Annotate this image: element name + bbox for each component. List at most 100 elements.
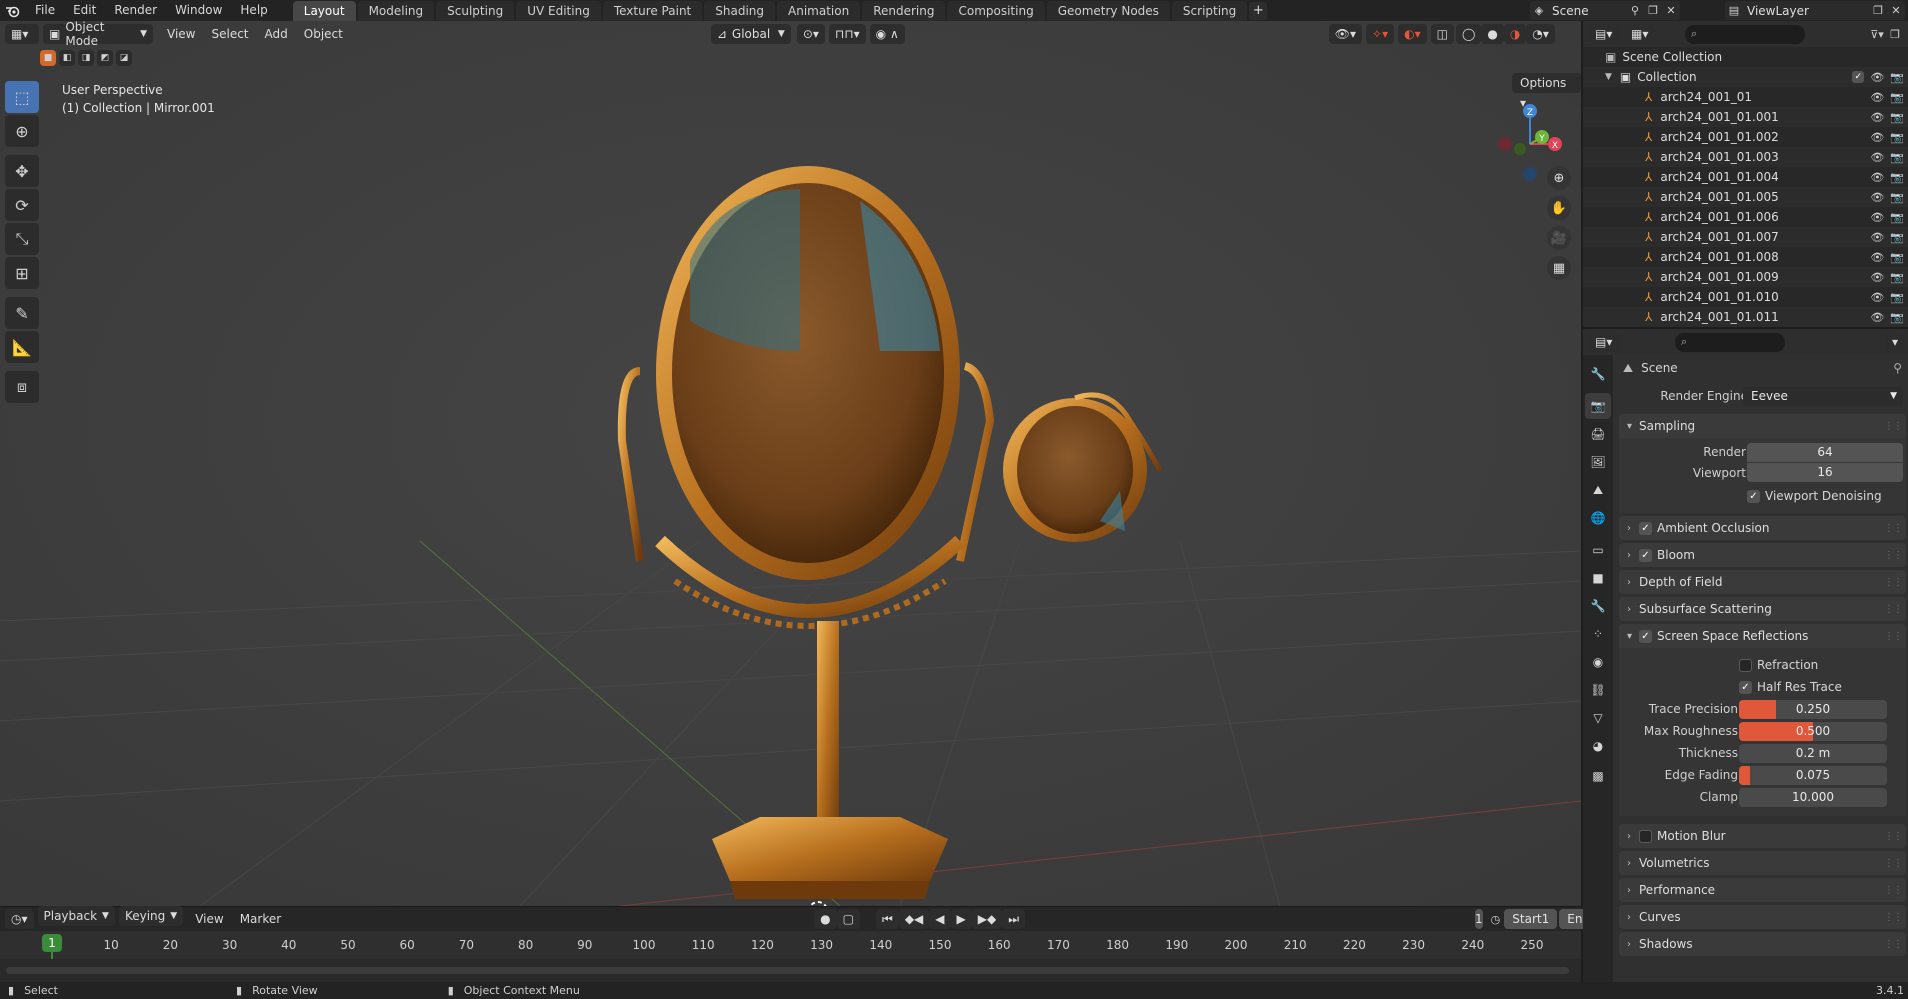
data-tab-icon[interactable]: ▽ xyxy=(1585,705,1611,731)
panel-ambient-occlusion[interactable]: › ✓ Ambient Occlusion ⋮⋮ xyxy=(1619,516,1906,540)
rotate-tool-icon[interactable]: ⟳ xyxy=(5,189,39,221)
sampling-panel-header[interactable]: ▾ Sampling ⋮⋮ xyxy=(1619,414,1906,438)
viewport-samples-field[interactable]: 16 xyxy=(1747,463,1903,482)
select-extend-icon[interactable]: ◧ xyxy=(59,50,75,66)
eye-icon[interactable]: 👁 xyxy=(1870,151,1884,164)
camera-icon[interactable]: 📷 xyxy=(1890,171,1904,184)
select-box-tool-icon[interactable]: ⬚ xyxy=(5,81,39,113)
object-tab-icon[interactable]: ■ xyxy=(1585,565,1611,591)
mode-selector[interactable]: ▣ Object Mode ▼ xyxy=(43,21,153,48)
eye-icon[interactable]: 👁 xyxy=(1870,211,1884,224)
eye-icon[interactable]: 👁 xyxy=(1870,171,1884,184)
timeline-menu-playback[interactable]: Playback ▼ xyxy=(37,906,115,926)
material-tab-icon[interactable]: ◕ xyxy=(1585,733,1611,759)
proportional-edit-button[interactable]: ◉ ∧ xyxy=(869,24,905,44)
ssr-slider[interactable]: 0.075 xyxy=(1739,765,1887,785)
delete-scene-icon[interactable]: ✕ xyxy=(1662,2,1680,20)
gizmo-toggle[interactable]: ✧▾ xyxy=(1366,24,1395,44)
panel-enable-checkbox[interactable]: ✓ xyxy=(1639,521,1652,535)
render-samples-field[interactable]: 64 xyxy=(1747,442,1903,462)
collection-tab-icon[interactable]: ▭ xyxy=(1585,537,1611,563)
ssr-panel-header[interactable]: ▾ ✓ Screen Space Reflections ⋮⋮ xyxy=(1619,624,1906,648)
auto-key-options-button[interactable]: ▢ xyxy=(836,909,860,929)
outliner-search-input[interactable]: ⌕ xyxy=(1685,24,1805,44)
panel-curves[interactable]: › Curves ⋮⋮ xyxy=(1619,905,1906,929)
menu-file[interactable]: File xyxy=(26,0,64,21)
panel-volumetrics[interactable]: › Volumetrics ⋮⋮ xyxy=(1619,851,1906,875)
tab-texture-paint[interactable]: Texture Paint xyxy=(602,0,703,21)
eye-icon[interactable]: 👁 xyxy=(1870,111,1884,124)
xray-toggle[interactable]: ◫ xyxy=(1430,24,1454,44)
move-tool-icon[interactable]: ✥ xyxy=(5,155,39,187)
outliner-editor-type-button[interactable]: ▤▾ xyxy=(1589,24,1621,44)
shading-material-button[interactable]: ◑ xyxy=(1503,24,1527,44)
drag-handle-icon[interactable]: ⋮⋮ xyxy=(1884,631,1903,642)
ssr-slider[interactable]: 0.500 xyxy=(1739,721,1887,741)
ssr-slider[interactable]: 10.000 xyxy=(1739,787,1887,807)
outliner-item[interactable]: ⅄ arch24_001_01.004 👁 📷 xyxy=(1583,167,1908,187)
tab-scripting[interactable]: Scripting xyxy=(1171,0,1248,21)
panel-motion-blur[interactable]: › Motion Blur ⋮⋮ xyxy=(1619,824,1906,848)
3d-viewport[interactable]: ▦▾ ▣ Object Mode ▼ View Select Add Object ⊿… xyxy=(0,21,1581,906)
camera-icon[interactable]: 📷 xyxy=(1890,231,1904,244)
scene-collection-row[interactable]: ▣ Scene Collection xyxy=(1583,47,1908,67)
ssr-slider[interactable]: 0.250 xyxy=(1739,699,1887,719)
shading-rendered-button[interactable]: ◔▾ xyxy=(1526,24,1555,44)
stopwatch-icon[interactable]: ◷ xyxy=(1491,910,1501,928)
pan-hand-icon[interactable]: ✋ xyxy=(1547,196,1571,220)
outliner-item[interactable]: ⅄ arch24_001_01.008 👁 📷 xyxy=(1583,247,1908,267)
perspective-toggle-icon[interactable]: ▦ xyxy=(1547,256,1571,280)
texture-tab-icon[interactable]: ▩ xyxy=(1585,763,1611,789)
annotate-tool-icon[interactable]: ✎ xyxy=(5,297,39,329)
eye-icon[interactable]: 👁 xyxy=(1870,91,1884,104)
collection-row[interactable]: ▼ ▣ Collection ✓ 👁 📷 xyxy=(1583,67,1908,87)
new-collection-icon[interactable]: ❐ xyxy=(1886,25,1904,43)
select-intersect-icon[interactable]: ◪ xyxy=(116,50,132,66)
drag-handle-icon[interactable]: ⋮⋮ xyxy=(1884,421,1903,432)
scene-selector[interactable]: ◈ Scene ⚲ ❐ ✕ xyxy=(1530,1,1680,20)
outliner-item[interactable]: ⅄ arch24_001_01.001 👁 📷 xyxy=(1583,107,1908,127)
drag-handle-icon[interactable]: ⋮⋮ xyxy=(1884,831,1903,842)
menu-window[interactable]: Window xyxy=(166,0,231,21)
outliner-item[interactable]: ⅄ arch24_001_01 👁 📷 xyxy=(1583,87,1908,107)
pin-icon[interactable]: ⚲ xyxy=(1626,2,1644,20)
eye-icon[interactable]: 👁 xyxy=(1870,131,1884,144)
outliner-item[interactable]: ⅄ arch24_001_01.007 👁 📷 xyxy=(1583,227,1908,247)
playhead[interactable]: 1 xyxy=(42,934,62,952)
outliner-item[interactable]: ⅄ arch24_001_01.009 👁 📷 xyxy=(1583,267,1908,287)
world-tab-icon[interactable]: 🌐 xyxy=(1585,505,1611,531)
tab-shading[interactable]: Shading xyxy=(704,0,775,21)
camera-icon[interactable]: 📷 xyxy=(1890,91,1904,104)
drag-handle-icon[interactable]: ⋮⋮ xyxy=(1884,912,1903,923)
zoom-icon[interactable]: ⊕ xyxy=(1547,166,1571,190)
tab-modeling[interactable]: Modeling xyxy=(357,0,435,21)
output-tab-icon[interactable]: 🖨 xyxy=(1585,421,1611,447)
collapse-chevron-icon[interactable]: ▼ xyxy=(1605,72,1612,82)
add-workspace-button[interactable]: + xyxy=(1249,1,1268,20)
timeline-menu-keying[interactable]: Keying ▼ xyxy=(118,906,184,926)
shading-wireframe-button[interactable]: ◯ xyxy=(1455,24,1482,44)
start-frame-field[interactable]: Start 1 xyxy=(1504,909,1558,929)
drag-handle-icon[interactable]: ⋮⋮ xyxy=(1884,939,1903,950)
cursor-tool-icon[interactable]: ⊕ xyxy=(5,115,39,147)
drag-handle-icon[interactable]: ⋮⋮ xyxy=(1884,858,1903,869)
drag-handle-icon[interactable]: ⋮⋮ xyxy=(1884,550,1903,561)
view-layer-tab-icon[interactable]: 🖼 xyxy=(1585,449,1611,475)
eye-icon[interactable]: 👁 xyxy=(1870,271,1884,284)
add-cube-tool-icon[interactable]: ⧈ xyxy=(5,371,39,403)
transform-tool-icon[interactable]: ⊞ xyxy=(5,257,39,289)
physics-tab-icon[interactable]: ◉ xyxy=(1585,649,1611,675)
panel-subsurface-scattering[interactable]: › Subsurface Scattering ⋮⋮ xyxy=(1619,597,1906,621)
camera-icon[interactable]: 📷 xyxy=(1890,271,1904,284)
measure-tool-icon[interactable]: 📐 xyxy=(5,331,39,363)
eye-icon[interactable]: 👁 xyxy=(1870,291,1884,304)
panel-enable-checkbox[interactable]: ✓ xyxy=(1639,548,1652,562)
options-button[interactable]: Options ▾ xyxy=(1512,73,1581,110)
frame-ruler[interactable]: 1 10 20 30 40 50 60 70 80 90 100 110 120 130 140 150 160… xyxy=(0,931,1581,986)
drag-handle-icon[interactable]: ⋮⋮ xyxy=(1884,604,1903,615)
snap-button[interactable]: ⊓⊓▾ xyxy=(828,24,866,44)
tab-layout[interactable]: Layout xyxy=(292,0,356,21)
play-reverse-button[interactable]: ◀ xyxy=(929,909,951,929)
outliner-item[interactable]: ⅄ arch24_001_01.002 👁 📷 xyxy=(1583,127,1908,147)
menu-help[interactable]: Help xyxy=(231,0,276,21)
